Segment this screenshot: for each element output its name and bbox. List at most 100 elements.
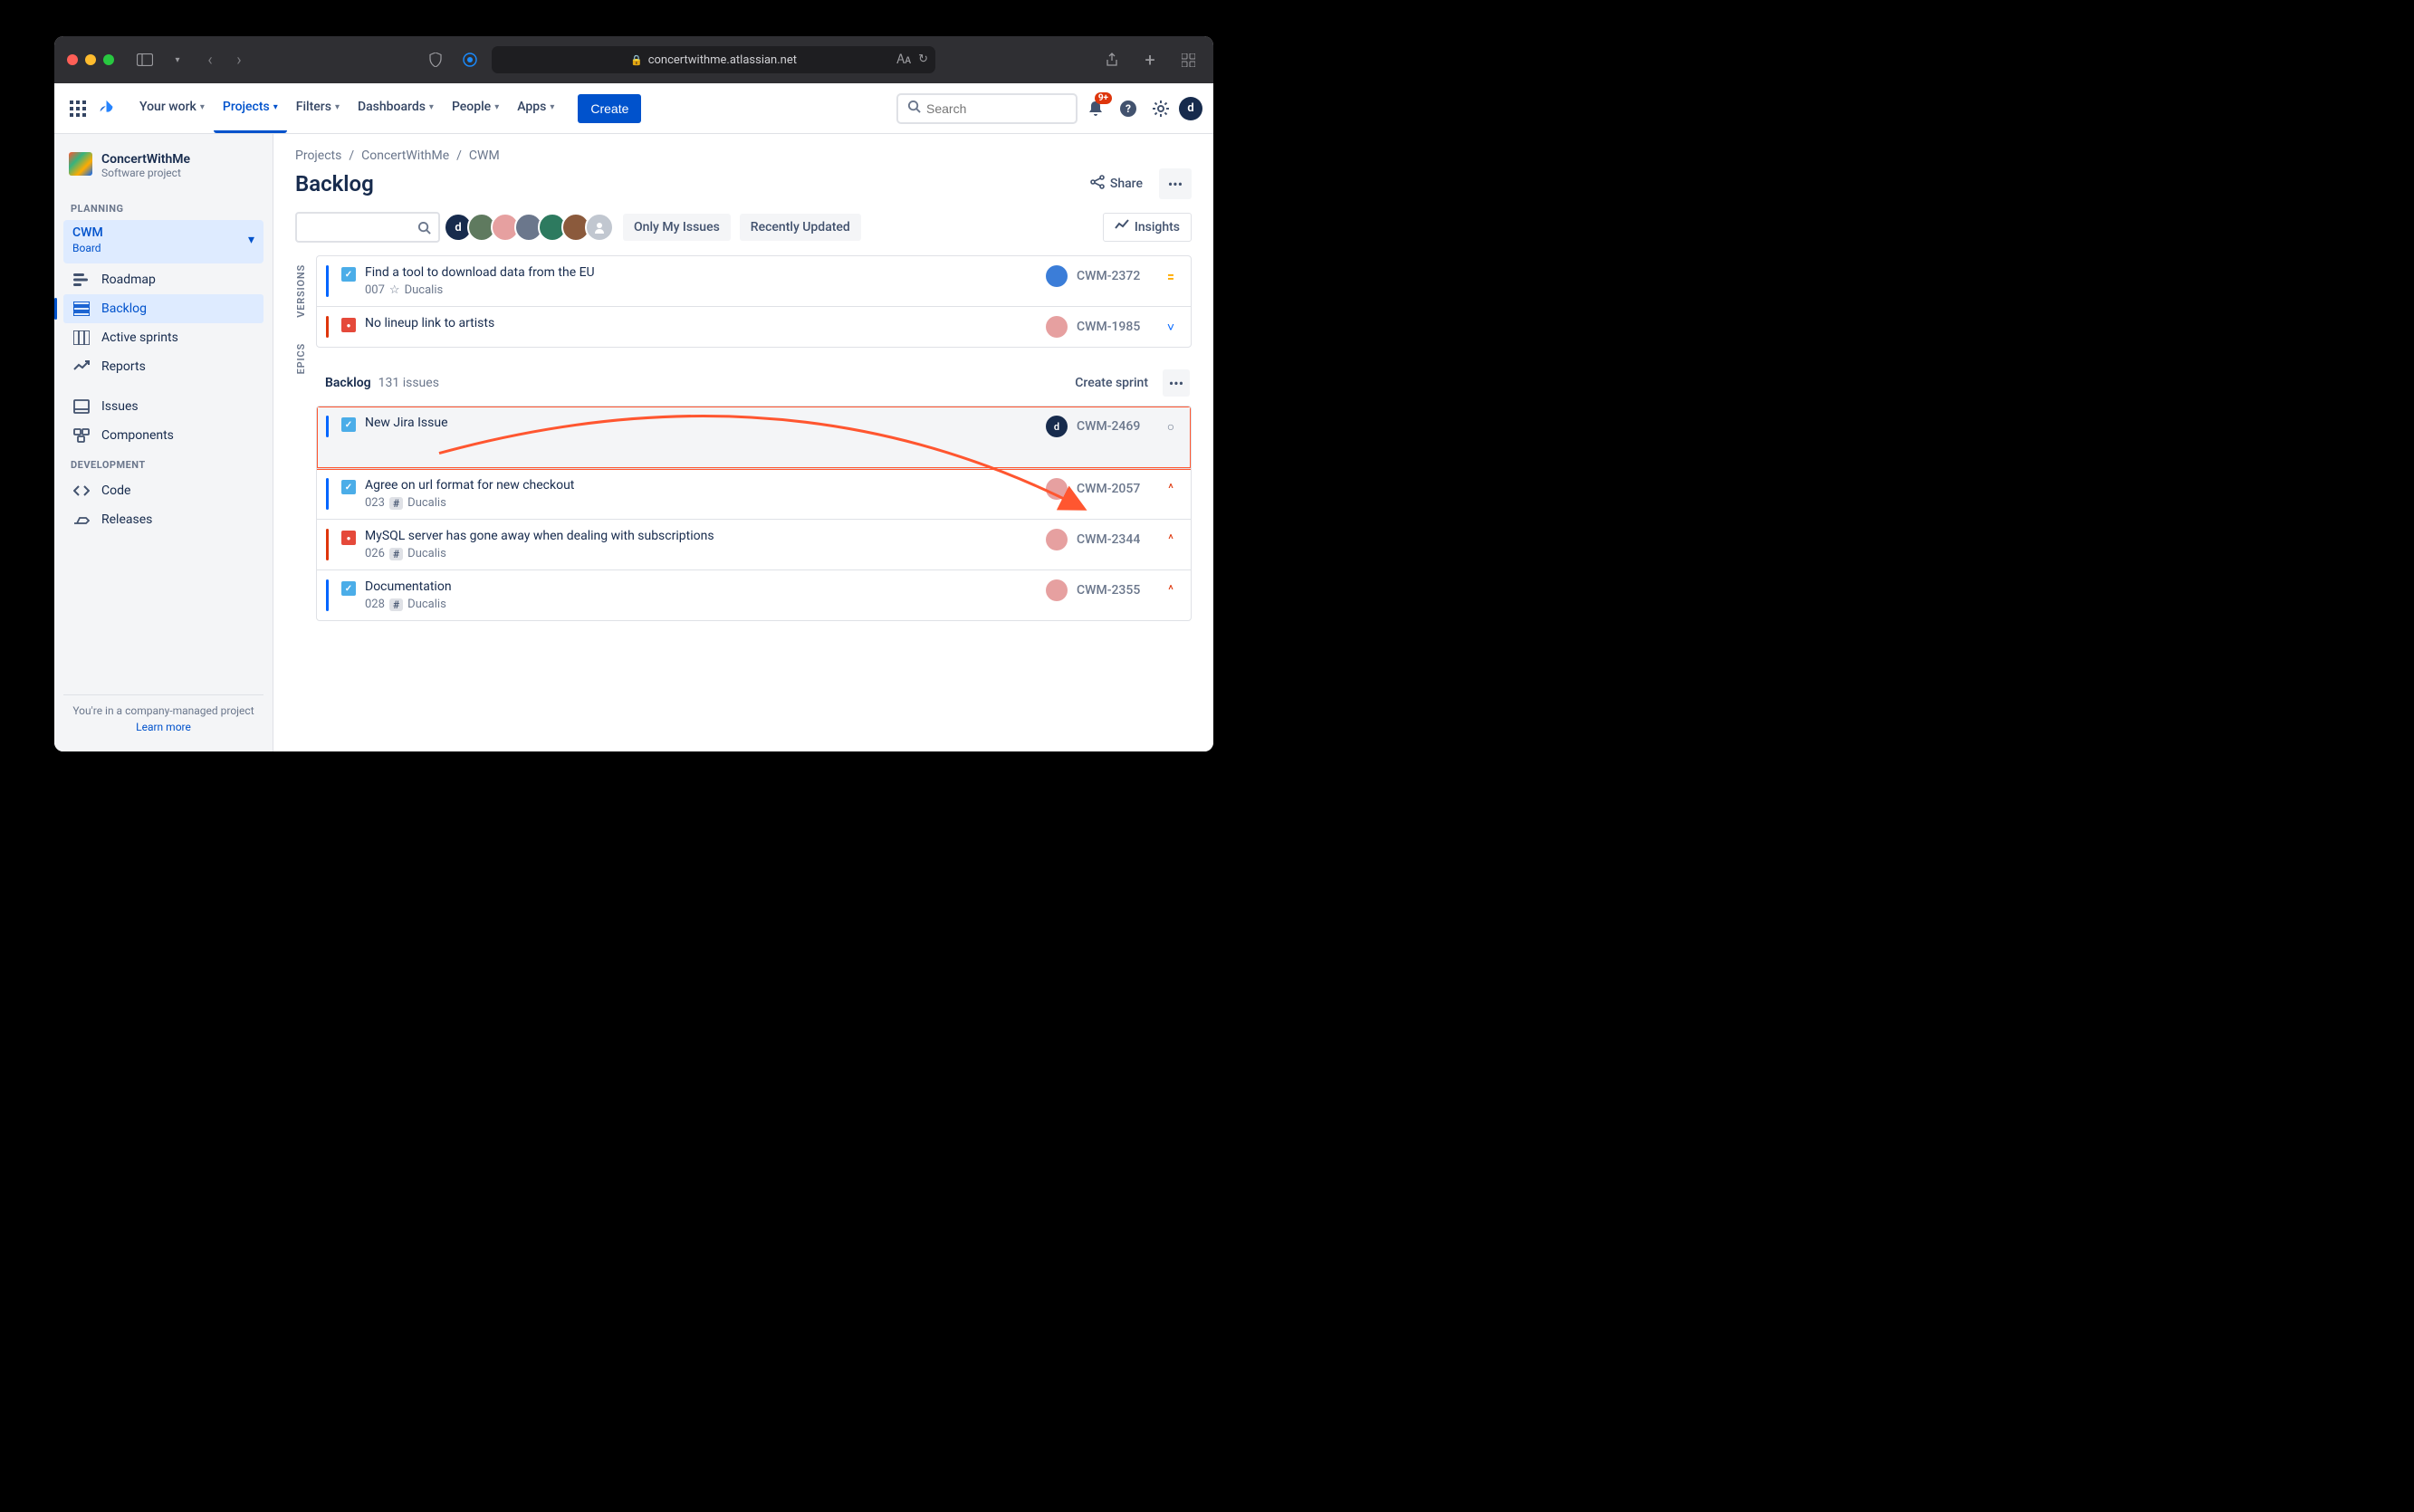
main-nav: Your work▾ Projects▾ Filters▾ Dashboards… — [130, 84, 563, 133]
sidebar-item-reports[interactable]: Reports — [63, 352, 263, 381]
assignee-avatar[interactable] — [1046, 579, 1068, 601]
notification-badge: 9+ — [1095, 92, 1112, 104]
task-type-icon — [341, 581, 356, 596]
priority-icon: ^ — [1164, 482, 1178, 496]
issue-title: Agree on url format for new checkout — [365, 478, 1037, 493]
assignee-avatar[interactable] — [1046, 478, 1068, 500]
breadcrumb-key[interactable]: CWM — [469, 148, 500, 163]
issue-key[interactable]: CWM-1985 — [1077, 320, 1154, 334]
reload-icon[interactable]: ↻ — [918, 53, 928, 67]
breadcrumb-projects[interactable]: Projects — [295, 148, 341, 163]
issue-key[interactable]: CWM-2057 — [1077, 482, 1154, 496]
issue-row[interactable]: No lineup link to artistsCWM-1985˅ — [317, 306, 1191, 347]
priority-icon: ^ — [1164, 532, 1178, 547]
issues-icon — [72, 399, 91, 414]
global-search[interactable] — [896, 93, 1078, 124]
issue-search-input[interactable] — [295, 212, 440, 243]
issue-row[interactable]: New Jira Issue d CWM-2469 ○ — [317, 407, 1191, 468]
notifications-icon[interactable]: 9+ — [1081, 94, 1110, 123]
nav-people[interactable]: People▾ — [443, 84, 508, 133]
assignee-avatar[interactable]: d — [1046, 416, 1068, 437]
issue-title: Documentation — [365, 579, 1037, 594]
task-type-icon — [341, 267, 356, 282]
issue-row[interactable]: Find a tool to download data from the EU… — [317, 256, 1191, 306]
insights-button[interactable]: Insights — [1103, 213, 1192, 242]
issue-title: No lineup link to artists — [365, 316, 1037, 330]
filter-recently-updated[interactable]: Recently Updated — [740, 214, 861, 241]
sidebar-item-components[interactable]: Components — [63, 421, 263, 450]
sidebar-item-backlog[interactable]: Backlog — [63, 294, 263, 323]
nav-dashboards[interactable]: Dashboards▾ — [349, 84, 443, 133]
forward-button[interactable]: › — [226, 47, 252, 72]
address-bar[interactable]: 🔒 concertwithme.atlassian.net 🗛 ↻ — [492, 46, 935, 73]
nav-projects[interactable]: Projects▾ — [214, 84, 287, 133]
lock-icon: 🔒 — [630, 54, 643, 66]
issue-subtitle: 007☆Ducalis — [365, 283, 1037, 297]
issue-row[interactable]: Agree on url format for new checkout023#… — [317, 468, 1191, 519]
issue-key[interactable]: CWM-2372 — [1077, 269, 1154, 283]
board-selector[interactable]: CWM Board ▾ — [63, 220, 263, 263]
versions-tab[interactable]: VERSIONS — [295, 264, 307, 318]
maximize-window-button[interactable] — [103, 54, 114, 65]
translate-icon[interactable]: 🗛 — [896, 53, 911, 67]
search-input[interactable] — [926, 101, 1090, 116]
nav-filters[interactable]: Filters▾ — [287, 84, 349, 133]
learn-more-link[interactable]: Learn more — [67, 721, 260, 733]
settings-icon[interactable] — [1146, 94, 1175, 123]
share-icon — [1090, 175, 1105, 193]
sidebar-item-code[interactable]: Code — [63, 476, 263, 505]
tab-overview-icon[interactable] — [1175, 47, 1201, 72]
priority-icon: ○ — [1164, 419, 1178, 435]
app-switcher-icon[interactable] — [65, 96, 91, 121]
issue-row[interactable]: Documentation028#DucalisCWM-2355^ — [317, 569, 1191, 620]
sidebar-footer: You're in a company-managed project Lear… — [63, 694, 263, 742]
profile-avatar[interactable]: d — [1179, 97, 1202, 120]
issue-key[interactable]: CWM-2355 — [1077, 583, 1154, 598]
priority-icon: ━━ — [1164, 272, 1178, 282]
create-sprint-button[interactable]: Create sprint — [1075, 376, 1148, 390]
accent-bar — [326, 529, 329, 560]
share-button[interactable]: Share — [1081, 169, 1152, 198]
back-button[interactable]: ‹ — [197, 47, 223, 72]
avatar[interactable] — [585, 213, 614, 242]
shield-icon[interactable] — [423, 47, 448, 72]
minimize-window-button[interactable] — [85, 54, 96, 65]
issue-key[interactable]: CWM-2344 — [1077, 532, 1154, 547]
assignee-avatar[interactable] — [1046, 529, 1068, 550]
assignee-filter[interactable]: d — [449, 213, 614, 242]
breadcrumb-project[interactable]: ConcertWithMe — [361, 148, 449, 163]
help-icon[interactable]: ? — [1114, 94, 1143, 123]
nav-apps[interactable]: Apps▾ — [508, 84, 563, 133]
issue-key[interactable]: CWM-2469 — [1077, 419, 1154, 434]
close-window-button[interactable] — [67, 54, 78, 65]
sidebar-item-releases[interactable]: Releases — [63, 505, 263, 534]
extension-icon[interactable] — [457, 47, 483, 72]
epics-tab[interactable]: EPICS — [295, 343, 307, 374]
filter-only-my-issues[interactable]: Only My Issues — [623, 214, 731, 241]
browser-window: ▾ ‹ › 🔒 concertwithme.atlassian.net 🗛 ↻ — [54, 36, 1213, 751]
more-actions-button[interactable]: ••• — [1159, 168, 1192, 199]
bug-type-icon — [341, 318, 356, 332]
board-icon — [72, 330, 91, 345]
sidebar-item-issues[interactable]: Issues — [63, 392, 263, 421]
share-icon[interactable] — [1099, 47, 1125, 72]
browser-nav: ‹ › — [197, 47, 252, 72]
backlog-more-button[interactable]: ••• — [1163, 369, 1190, 397]
assignee-avatar[interactable] — [1046, 316, 1068, 338]
issue-row[interactable]: MySQL server has gone away when dealing … — [317, 519, 1191, 569]
priority-icon: ^ — [1164, 583, 1178, 598]
sidebar-item-roadmap[interactable]: Roadmap — [63, 265, 263, 294]
sidebar-toggle-icon[interactable] — [132, 47, 158, 72]
jira-logo-icon[interactable] — [94, 96, 120, 121]
create-button[interactable]: Create — [578, 94, 641, 123]
sidebar-item-active-sprints[interactable]: Active sprints — [63, 323, 263, 352]
bug-type-icon — [341, 531, 356, 545]
reports-icon — [72, 360, 91, 373]
chevron-down-icon[interactable]: ▾ — [165, 47, 190, 72]
nav-your-work[interactable]: Your work▾ — [130, 84, 214, 133]
issue-title: New Jira Issue — [365, 416, 1037, 430]
new-tab-icon[interactable]: + — [1137, 47, 1163, 72]
assignee-avatar[interactable] — [1046, 265, 1068, 287]
issue-subtitle: 026#Ducalis — [365, 547, 1037, 560]
filter-row: d Only My Issues Recently Updated — [295, 212, 1192, 243]
